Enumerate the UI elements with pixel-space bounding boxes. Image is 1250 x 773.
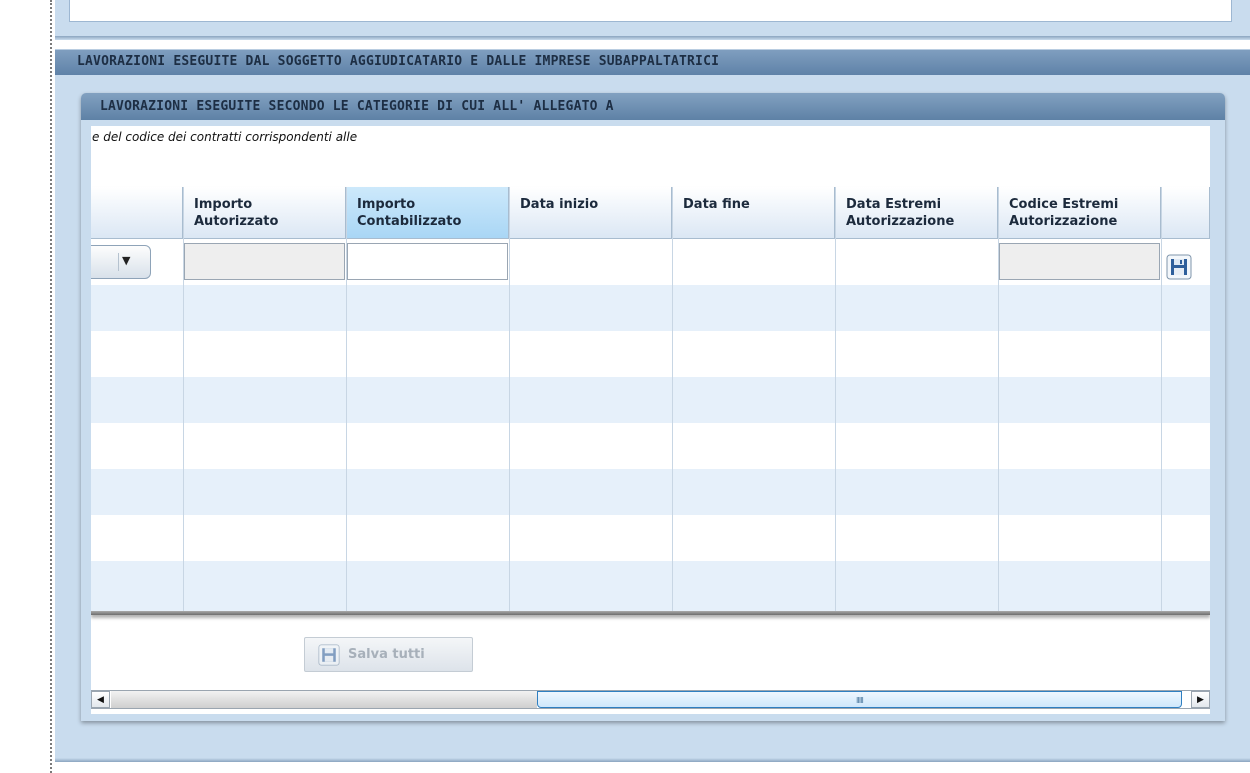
panel-header: LAVORAZIONI ESEGUITE DAL SOGGETTO AGGIUD… bbox=[55, 49, 1250, 75]
subpanel-content: e del codice dei contratti corrispondent… bbox=[91, 126, 1210, 714]
scroll-track[interactable] bbox=[111, 691, 537, 708]
column-header-label: Importo Autorizzato bbox=[194, 197, 279, 229]
column-divider bbox=[835, 187, 836, 611]
description-text: e del codice dei contratti corrispondent… bbox=[92, 130, 358, 144]
left-dotted-divider bbox=[50, 0, 52, 773]
codice-estremi-field bbox=[999, 243, 1160, 280]
subpanel-header: LAVORAZIONI ESEGUITE SECONDO LE CATEGORI… bbox=[81, 93, 1225, 120]
table-row bbox=[91, 331, 1210, 377]
column-header-codice-estremi-autorizzazione[interactable]: Codice Estremi Autorizzazione bbox=[998, 187, 1161, 239]
scroll-thumb[interactable]: IIIII bbox=[537, 691, 1182, 708]
table-row bbox=[91, 561, 1210, 611]
save-all-label: Salva tutti bbox=[348, 647, 425, 662]
column-header-label: Importo Contabilizzato bbox=[357, 197, 462, 229]
column-divider bbox=[346, 187, 347, 611]
column-divider bbox=[509, 187, 510, 611]
column-header-label: Data Estremi Autorizzazione bbox=[846, 197, 955, 229]
column-header-data-inizio[interactable]: Data inizio bbox=[509, 187, 672, 239]
dropdown-separator bbox=[118, 253, 119, 271]
column-divider bbox=[183, 187, 184, 611]
scroll-grip: IIIII bbox=[856, 696, 864, 705]
column-header-label: Data inizio bbox=[520, 197, 599, 212]
previous-panel bbox=[55, 0, 1250, 40]
grid-bottom-border bbox=[91, 611, 1210, 615]
scroll-right-button[interactable]: ▶ bbox=[1191, 691, 1210, 708]
lavorazioni-grid: Importo Autorizzato Importo Contabilizza… bbox=[91, 187, 1210, 615]
categoria-dropdown[interactable]: ▼ bbox=[91, 245, 151, 279]
save-all-button[interactable]: Salva tutti bbox=[304, 637, 473, 672]
categorie-subpanel: LAVORAZIONI ESEGUITE SECONDO LE CATEGORI… bbox=[81, 93, 1225, 721]
panel-bottom-shadow bbox=[55, 758, 1250, 762]
table-row bbox=[91, 285, 1210, 331]
column-header-actions bbox=[1161, 187, 1210, 239]
table-row bbox=[91, 515, 1210, 561]
column-header-data-estremi-autorizzazione[interactable]: Data Estremi Autorizzazione bbox=[835, 187, 998, 239]
column-header-data-fine[interactable]: Data fine bbox=[672, 187, 835, 239]
column-divider bbox=[998, 187, 999, 611]
table-row bbox=[91, 377, 1210, 423]
importo-contabilizzato-input[interactable] bbox=[347, 243, 508, 280]
table-row bbox=[91, 423, 1210, 469]
panel-title: LAVORAZIONI ESEGUITE DAL SOGGETTO AGGIUD… bbox=[77, 54, 720, 69]
column-header-label: Data fine bbox=[683, 197, 750, 212]
scroll-left-button[interactable]: ◀ bbox=[91, 691, 110, 708]
column-header-label: Codice Estremi Autorizzazione bbox=[1009, 197, 1119, 229]
previous-panel-content bbox=[69, 0, 1232, 22]
column-header-importo-autorizzato[interactable]: Importo Autorizzato bbox=[183, 187, 346, 239]
floppy-disk-icon[interactable] bbox=[1166, 254, 1192, 280]
table-row-editing[interactable]: ▼ bbox=[91, 239, 1210, 285]
chevron-down-icon[interactable]: ▼ bbox=[122, 254, 130, 267]
column-header-importo-contabilizzato[interactable]: Importo Contabilizzato bbox=[346, 187, 509, 239]
column-divider bbox=[672, 187, 673, 611]
floppy-disk-icon bbox=[318, 644, 340, 666]
previous-panel-shadow bbox=[55, 36, 1250, 40]
lavorazioni-panel: LAVORAZIONI ESEGUITE DAL SOGGETTO AGGIUD… bbox=[55, 49, 1250, 762]
horizontal-scrollbar[interactable]: ◀ IIIII ▶ bbox=[91, 690, 1210, 709]
subpanel-title: LAVORAZIONI ESEGUITE SECONDO LE CATEGORI… bbox=[100, 99, 614, 114]
column-header-tipo[interactable] bbox=[91, 187, 183, 239]
importo-autorizzato-field bbox=[184, 243, 345, 280]
column-divider bbox=[1161, 187, 1162, 611]
table-row bbox=[91, 469, 1210, 515]
